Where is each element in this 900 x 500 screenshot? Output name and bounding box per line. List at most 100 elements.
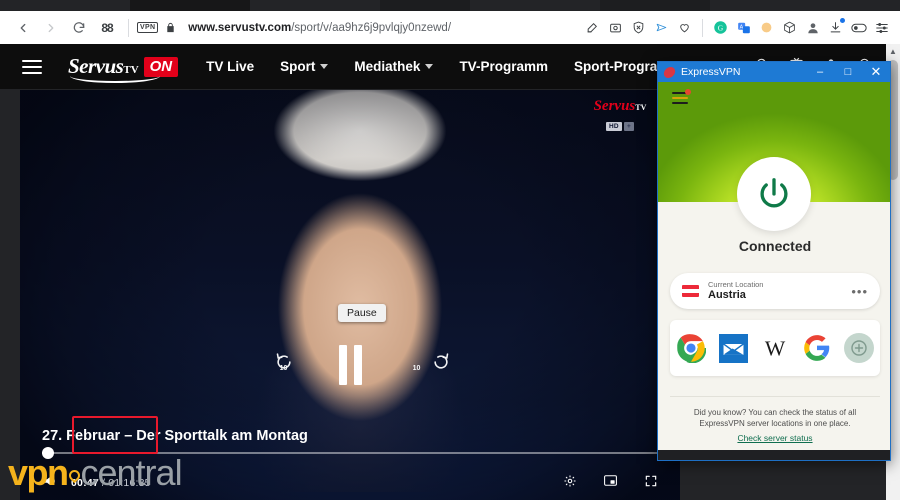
annotation-highlight-box — [72, 416, 158, 454]
nav-label: Mediathek — [354, 59, 421, 74]
google-shortcut-icon[interactable] — [800, 331, 834, 365]
chrome-shortcut-icon[interactable] — [674, 331, 708, 365]
location-pin-icon — [66, 467, 82, 484]
vpn-shortcuts-bar: W — [670, 320, 880, 376]
navigation-buttons: 88 — [0, 15, 120, 41]
menu-settings-icon[interactable] — [871, 17, 892, 38]
power-button-icon — [760, 178, 788, 208]
logo-word: Servus — [68, 54, 124, 78]
svg-text:A: A — [739, 24, 743, 30]
nav-label: TV Live — [206, 59, 255, 74]
downloads-badge — [840, 18, 845, 23]
shield-adblock-icon[interactable] — [628, 17, 649, 38]
lock-icon[interactable] — [165, 21, 176, 34]
watermark-vpn-text: vpn — [8, 452, 69, 493]
nav-item-sport[interactable]: Sport — [280, 59, 329, 74]
expressvpn-window[interactable]: ExpressVPN – □ ✕ Connected Current Locat… — [657, 61, 891, 461]
address-bar-url[interactable]: www.servustv.com/sport/v/aa9hz6j9pvlqjy0… — [188, 22, 451, 34]
logo-swoosh-icon — [70, 76, 160, 83]
expressvpn-logo-icon — [662, 66, 677, 78]
browser-tab-strip[interactable] — [0, 0, 900, 11]
nav-item-tv-programm[interactable]: TV-Programm — [459, 59, 548, 74]
pause-button[interactable] — [338, 345, 362, 385]
tab-count-label[interactable]: 88 — [94, 15, 120, 41]
power-button[interactable] — [737, 157, 811, 231]
nav-item-tv-live[interactable]: TV Live — [206, 59, 254, 74]
hd-plus-label: + — [623, 122, 635, 131]
vpn-tip-line2: ExpressVPN server locations in one place… — [699, 419, 851, 428]
vpn-indicator-chip: VPN — [137, 22, 159, 33]
url-domain: www.servustv.com — [188, 21, 292, 34]
wikipedia-shortcut-icon[interactable]: W — [758, 331, 792, 365]
hamburger-menu-icon[interactable] — [22, 59, 42, 74]
pause-tooltip: Pause — [338, 304, 386, 322]
add-shortcut-icon[interactable] — [842, 331, 876, 365]
check-server-status-link[interactable]: Check server status — [670, 433, 880, 443]
watermark-hd-badge: HD + — [605, 122, 635, 131]
servustv-logo[interactable]: ServusTV ON — [68, 54, 179, 83]
orange-circle-extension-icon[interactable] — [756, 17, 777, 38]
nav-label: Sport — [280, 59, 316, 74]
logo-wordmark: ServusTV — [68, 54, 160, 83]
package-box-icon[interactable] — [779, 17, 800, 38]
connection-status: Connected — [738, 238, 812, 254]
watermark-brand: Servus — [593, 98, 636, 114]
forward-10-button[interactable]: 10 — [404, 352, 448, 378]
center-playback-controls: 10 10 — [20, 345, 680, 385]
location-name: Austria — [708, 289, 746, 301]
profile-avatar-icon[interactable] — [802, 17, 823, 38]
translate-icon[interactable]: A — [733, 17, 754, 38]
expressvpn-menu-icon[interactable] — [672, 89, 691, 107]
url-path: /sport/v/aa9hz6j9pvlqjy0nzewd/ — [291, 21, 452, 34]
minimize-button[interactable]: – — [806, 62, 834, 82]
svg-text:G: G — [718, 23, 724, 32]
picture-in-picture-icon[interactable] — [603, 474, 618, 492]
rewind-seconds-label: 10 — [279, 365, 288, 372]
toggle-switch-icon[interactable] — [848, 17, 869, 38]
window-controls: – □ ✕ — [806, 62, 890, 82]
maximize-button[interactable]: □ — [834, 62, 862, 82]
nav-label: TV-Programm — [459, 59, 548, 74]
screenshot-camera-icon[interactable] — [605, 17, 626, 38]
reload-icon[interactable] — [66, 15, 92, 41]
scroll-up-icon[interactable]: ▲ — [889, 47, 897, 56]
vpncentral-watermark: vpn central — [8, 452, 183, 494]
svg-text:W: W — [765, 337, 786, 361]
watermark-central-text: central — [80, 452, 183, 493]
location-caption: Current Location — [708, 280, 764, 289]
grammarly-icon[interactable]: G — [710, 17, 731, 38]
close-button[interactable]: ✕ — [862, 62, 890, 82]
send-telegram-icon[interactable] — [651, 17, 672, 38]
downloads-icon[interactable] — [825, 17, 846, 38]
watermark-tv: TV — [635, 103, 647, 112]
fullscreen-icon[interactable] — [644, 474, 658, 493]
heart-icon[interactable] — [674, 17, 695, 38]
toolbar-divider — [128, 18, 129, 37]
broadcaster-watermark: ServusTV HD + — [578, 98, 662, 132]
hd-label: HD — [605, 122, 622, 131]
toolbar-divider-2 — [702, 18, 703, 37]
forward-seconds-label: 10 — [412, 365, 421, 372]
mail-shortcut-icon[interactable] — [716, 331, 750, 365]
menu-notification-badge — [685, 89, 691, 95]
forward-icon — [38, 15, 64, 41]
current-location-card[interactable]: Current Location Austria ••• — [670, 273, 880, 309]
expressvpn-window-title: ExpressVPN — [681, 66, 741, 78]
back-icon[interactable] — [10, 15, 36, 41]
site-nav-links: TV Live Sport Mediathek TV-Programm Spor… — [206, 59, 681, 74]
rewind-10-button[interactable]: 10 — [271, 352, 297, 378]
chevron-down-icon — [425, 64, 434, 69]
vpn-tip-text: Did you know? You can check the status o… — [670, 407, 880, 429]
ellipsis-icon[interactable]: ••• — [851, 284, 868, 299]
expressvpn-title-bar[interactable]: ExpressVPN – □ ✕ — [658, 62, 890, 82]
vpn-divider — [670, 396, 880, 397]
nav-item-mediathek[interactable]: Mediathek — [354, 59, 434, 74]
toolbar-extension-icons: G A — [582, 17, 900, 38]
edit-highlight-icon[interactable] — [582, 17, 603, 38]
browser-toolbar: 88 VPN www.servustv.com/sport/v/aa9hz6j9… — [0, 11, 900, 44]
player-right-controls — [563, 474, 658, 493]
location-text-block: Current Location Austria — [708, 280, 763, 302]
logo-tv: TV — [123, 64, 139, 76]
logo-on-badge: ON — [143, 56, 179, 77]
gear-icon[interactable] — [563, 474, 577, 493]
